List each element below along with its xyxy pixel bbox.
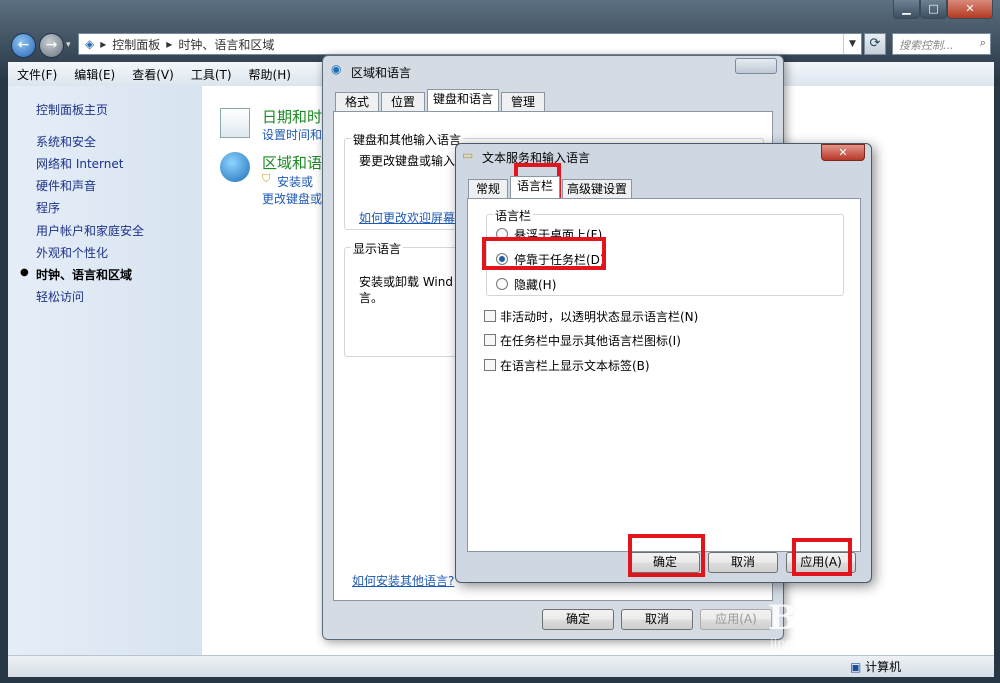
apply-button[interactable]: 应用(A) [700, 609, 772, 630]
text-labels-label: 在语言栏上显示文本标签(B) [500, 359, 650, 373]
close-button[interactable] [735, 58, 777, 74]
nav-appearance[interactable]: 外观和个性化 [36, 244, 108, 261]
nav-programs[interactable]: 程序 [36, 199, 60, 216]
extra-icons-label: 在任务栏中显示其他语言栏图标(I) [500, 334, 681, 348]
ok-button[interactable]: 确定 [542, 609, 614, 630]
forward-button[interactable]: → [39, 33, 64, 58]
tab-administrative[interactable]: 管理 [501, 92, 545, 112]
nav-system-security[interactable]: 系统和安全 [36, 133, 96, 150]
globe-icon: ◉ [331, 62, 342, 76]
transparent-label: 非活动时，以透明状态显示语言栏(N) [500, 310, 699, 324]
transparent-checkbox[interactable] [484, 310, 496, 322]
highlight-dock-taskbar [482, 237, 606, 270]
text-services-dialog: ▭ 文本服务和输入语言 ✕ 常规 语言栏 高级键设置 语言栏 悬浮于桌面上(F)… [455, 143, 872, 583]
search-icon: ⌕ [979, 36, 986, 49]
menu-edit[interactable]: 编辑(E) [74, 66, 115, 83]
keyboard-text: 要更改键盘或输入 [359, 154, 456, 168]
tab-language-bar[interactable]: 语言栏 [510, 176, 560, 198]
maximize-button[interactable]: □ [920, 0, 947, 19]
address-bar[interactable]: ◈ ▸ 控制面板 ▸ 时钟、语言和区域 ▼ [78, 33, 862, 55]
install-uninstall-link[interactable]: 安装或 [277, 173, 313, 190]
cancel-button[interactable]: 取消 [708, 552, 778, 573]
date-time-icon [220, 108, 250, 138]
shield-icon: ⛉ [262, 172, 271, 185]
menu-tools[interactable]: 工具(T) [191, 66, 232, 83]
menu-file[interactable]: 文件(F) [17, 66, 57, 83]
highlight-ok-button [628, 534, 705, 577]
display-text-2: 言。 [359, 291, 384, 305]
refresh-icon[interactable]: ⟳ [864, 33, 886, 55]
nav-clock-language-region[interactable]: 时钟、语言和区域 [36, 266, 132, 283]
date-time-title[interactable]: 日期和时 [262, 106, 322, 127]
minimize-button[interactable]: ▁ [893, 0, 920, 19]
computer-icon: ▣ [850, 660, 862, 674]
baidu-watermark-url: jingyan.baidu.com [770, 637, 890, 652]
tab-location[interactable]: 位置 [381, 92, 425, 112]
install-language-link[interactable]: 如何安装其他语言? [352, 572, 454, 589]
change-keyboard-link[interactable]: 更改键盘或 [262, 190, 322, 207]
menu-help[interactable]: 帮助(H) [249, 66, 291, 83]
welcome-screen-link[interactable]: 如何更改欢迎屏幕 [359, 209, 455, 226]
address-dropdown-icon[interactable]: ▼ [843, 34, 861, 54]
menu-view[interactable]: 查看(V) [132, 66, 174, 83]
navigation-pane: 控制面板主页 系统和安全 网络和 Internet 硬件和声音 程序 用户帐户和… [8, 86, 202, 655]
globe-icon [220, 152, 250, 182]
extra-icons-checkbox[interactable] [484, 334, 496, 346]
nav-hardware-sound[interactable]: 硬件和声音 [36, 177, 96, 194]
control-panel-icon: ◈ [85, 37, 95, 51]
baidu-watermark: Bai du 经验 [768, 598, 972, 638]
date-time-link[interactable]: 设置时间和 [262, 126, 322, 143]
nav-network-internet[interactable]: 网络和 Internet [36, 155, 123, 172]
tab-general[interactable]: 常规 [468, 179, 508, 199]
active-bullet-icon: ● [20, 267, 29, 278]
region-language-title[interactable]: 区域和语 [262, 152, 322, 173]
tab-formats[interactable]: 格式 [335, 92, 379, 112]
hidden-label: 隐藏(H) [514, 278, 557, 292]
keyboard-icon: ▭ [462, 148, 474, 162]
history-dropdown-icon[interactable]: ▾ [66, 40, 71, 50]
close-button[interactable]: ✕ [821, 144, 865, 161]
search-input[interactable]: 搜索控制... ⌕ [892, 33, 991, 55]
highlight-apply-button [792, 538, 852, 576]
breadcrumb-clock-language-region[interactable]: 时钟、语言和区域 [178, 36, 274, 53]
hidden-radio[interactable] [496, 278, 508, 290]
cancel-button[interactable]: 取消 [621, 609, 693, 630]
tab-advanced-key-settings[interactable]: 高级键设置 [562, 179, 632, 199]
display-text-1: 安装或卸载 Wind [359, 275, 453, 289]
text-labels-checkbox[interactable] [484, 359, 496, 371]
tab-keyboards-languages[interactable]: 键盘和语言 [427, 89, 499, 111]
breadcrumb-control-panel[interactable]: 控制面板 [112, 36, 160, 53]
nav-ease-of-access[interactable]: 轻松访问 [36, 288, 84, 305]
back-button[interactable]: ← [11, 33, 36, 58]
status-bar [8, 655, 994, 677]
status-computer: ▣ 计算机 [850, 660, 902, 674]
close-button[interactable]: ✕ [947, 0, 993, 19]
nav-user-accounts[interactable]: 用户帐户和家庭安全 [36, 222, 144, 239]
nav-control-panel-home[interactable]: 控制面板主页 [36, 101, 108, 118]
dialog-title: 区域和语言 [351, 66, 412, 80]
